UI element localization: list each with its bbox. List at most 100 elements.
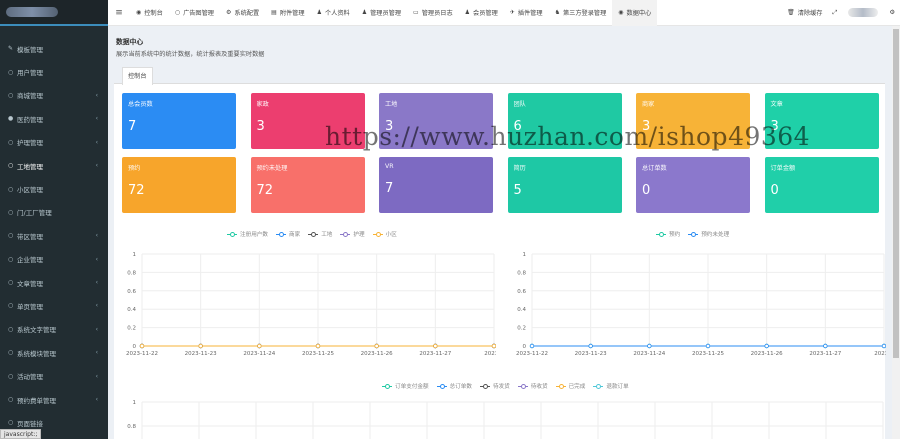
top-nav-item[interactable]: ▭ 管理员日志 <box>407 0 459 26</box>
circle-icon: ○ <box>8 419 14 427</box>
top-nav-item[interactable]: ✈ 插件管理 <box>504 0 549 26</box>
sidebar-item[interactable]: ● 医药管理 ‹ <box>0 107 108 130</box>
legend-label: 工地 <box>321 232 333 238</box>
sidebar-item[interactable]: ○ 系统文字管理 ‹ <box>0 318 108 341</box>
y-tick-label: 1 <box>523 252 527 258</box>
stat-card[interactable]: 家政 3 <box>250 93 365 149</box>
stat-card[interactable]: 订单金额 0 <box>764 157 879 213</box>
page-header: 数据中心 展示当前系统中的统计数据，统计报表及重要实时数据 <box>116 36 265 58</box>
sidebar-item[interactable]: ○ 工地管理 ‹ <box>0 154 108 177</box>
circle-icon: ○ <box>8 396 14 404</box>
stat-card[interactable]: 总订单数 0 <box>636 157 750 213</box>
legend-item[interactable]: 商家 <box>275 230 300 238</box>
stat-card[interactable]: 文章 3 <box>764 93 879 149</box>
sidebar-item[interactable]: ○ 企业管理 ‹ <box>0 248 108 271</box>
data-point <box>198 343 203 349</box>
chevron-left-icon: ‹ <box>95 349 98 357</box>
top-nav-item[interactable]: ◉ 控制台 <box>130 0 169 26</box>
sidebar-item[interactable]: ○ 商城管理 ‹ <box>0 84 108 107</box>
stat-card[interactable]: 团队 6 <box>507 93 622 149</box>
data-point <box>374 343 379 349</box>
legend-item[interactable]: 工地 <box>308 230 332 238</box>
sidebar-item[interactable]: ○ 活动管理 ‹ <box>0 364 108 387</box>
legend-item[interactable]: 退款订单 <box>593 382 629 390</box>
legend-label: 总订单数 <box>449 384 472 390</box>
sidebar-item[interactable]: ○ 门/工厂管理 <box>0 201 108 224</box>
avatar[interactable] <box>848 8 879 17</box>
x-tick-label: 2023-1 <box>484 351 496 357</box>
chevron-left-icon: ‹ <box>95 91 98 99</box>
stat-card-value: 72 <box>256 183 274 198</box>
sidebar-item[interactable]: ○ 预约费单管理 ‹ <box>0 388 108 411</box>
tab-dashboard[interactable]: 控制台 <box>122 67 153 85</box>
stat-card[interactable]: 工地 3 <box>379 93 493 149</box>
third-party-icon: ♞ <box>554 9 560 16</box>
legend-item[interactable]: 订单支付金额 <box>382 382 429 390</box>
stat-card[interactable]: 预约 72 <box>122 157 236 213</box>
data-point <box>529 343 535 349</box>
top-nav-label: 第三方登录管理 <box>562 10 607 17</box>
sidebar-item-label: 小区管理 <box>17 186 43 195</box>
stat-card[interactable]: 预约未处理 72 <box>250 157 365 213</box>
fullscreen-icon[interactable]: ⤢ <box>827 0 842 26</box>
legend-item[interactable]: 注册用户数 <box>227 230 268 238</box>
chevron-left-icon: ‹ <box>95 255 98 263</box>
sidebar-item[interactable]: ○ 小区管理 <box>0 177 108 200</box>
attachment-icon: ▤ <box>271 9 277 16</box>
settings-icon[interactable]: ⚙ <box>884 0 900 26</box>
top-nav-item[interactable]: ♟ 个人资料 <box>311 0 356 26</box>
chevron-left-icon: ‹ <box>95 162 98 170</box>
x-tick-label: 2023-11-25 <box>692 351 724 357</box>
legend-item[interactable]: 待发货 <box>479 382 510 390</box>
menu-toggle-icon[interactable]: ≡ <box>108 8 130 18</box>
dashboard-icon: ◉ <box>618 9 624 16</box>
sidebar-item[interactable]: ○ 系统模块管理 ‹ <box>0 341 108 364</box>
legend-label: 退款订单 <box>606 384 629 390</box>
circle-icon: ○ <box>8 162 14 170</box>
legend-label: 预约 <box>669 232 681 238</box>
top-nav-item[interactable]: ♟ 管理员管理 <box>356 0 407 26</box>
top-nav-item[interactable]: ○ 广告图管理 <box>169 0 220 26</box>
sidebar-item[interactable]: ○ 护理管理 ‹ <box>0 131 108 154</box>
sidebar-item[interactable]: ✎ 模板管理 <box>0 37 108 60</box>
sidebar-item[interactable]: ○ 用户管理 <box>0 60 108 83</box>
legend-item[interactable]: 总订单数 <box>436 382 472 390</box>
top-nav-item[interactable]: ♞ 第三方登录管理 <box>549 0 613 26</box>
data-point <box>647 343 652 349</box>
legend-item[interactable]: 已完成 <box>555 382 585 390</box>
legend-marker <box>479 383 490 389</box>
top-nav-item[interactable]: ▤ 附件管理 <box>265 0 310 26</box>
legend-item[interactable]: 待收货 <box>517 382 548 390</box>
sidebar-item[interactable]: ○ 文章管理 ‹ <box>0 271 108 294</box>
data-point <box>139 343 145 349</box>
scrollbar-thumb[interactable] <box>893 29 899 358</box>
top-nav-item[interactable]: ⚙ 系统配置 <box>220 0 265 26</box>
top-nav-item[interactable]: ◉ 数据中心 <box>612 0 658 26</box>
legend-marker <box>436 383 447 389</box>
stat-card[interactable]: VR 7 <box>379 157 493 213</box>
legend-item[interactable]: 预约未处理 <box>688 230 729 238</box>
top-nav-item[interactable]: ♟ 会员管理 <box>459 0 504 26</box>
legend-item[interactable]: 预约 <box>656 230 680 238</box>
stat-card[interactable]: 简历 5 <box>507 157 622 213</box>
logo[interactable] <box>0 0 108 26</box>
legend-item[interactable]: 护理 <box>340 230 365 238</box>
chevron-left-icon: ‹ <box>95 279 98 287</box>
circle-icon: ○ <box>8 232 14 240</box>
legend-marker <box>227 231 237 237</box>
stat-card-label: 简历 <box>513 165 526 172</box>
dashboard-icon: ◉ <box>136 9 142 16</box>
scrollbar[interactable] <box>892 26 900 439</box>
stat-card[interactable]: 商家 3 <box>636 93 750 149</box>
sidebar-item[interactable]: ○ 带区管理 ‹ <box>0 224 108 247</box>
trash-icon: 🗑 <box>787 9 795 16</box>
logo-image <box>6 7 58 17</box>
sidebar-item[interactable]: ○ 单页管理 ‹ <box>0 294 108 317</box>
line-chart-right: 0 0.2 0.4 0.6 0.8 1 2023-11-22 2023-11-23 2023-1… <box>516 252 886 357</box>
top-right-tools: 🗑 清除缓存 ⤢ ⚙ <box>782 0 900 26</box>
clear-cache-button[interactable]: 🗑 清除缓存 <box>782 0 827 26</box>
stat-card[interactable]: 总会员数 7 <box>122 93 236 149</box>
stat-card-label: 预约 <box>128 165 141 172</box>
legend-item[interactable]: 小区 <box>372 230 397 238</box>
data-point <box>588 343 593 349</box>
